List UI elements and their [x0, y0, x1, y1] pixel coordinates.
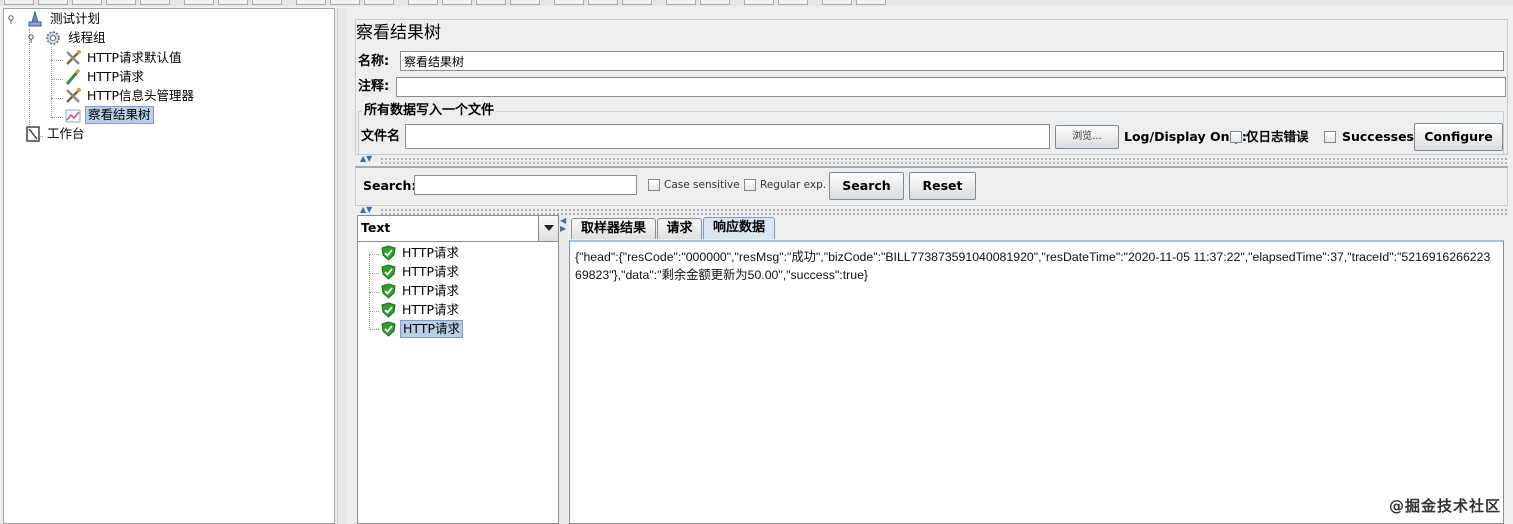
toolbar-button[interactable]	[822, 0, 852, 5]
toolbar-button[interactable]	[408, 0, 438, 5]
tree-node-label: 测试计划	[50, 11, 101, 26]
regex-label: Regular exp.	[760, 179, 827, 191]
toolbar-button[interactable]	[330, 0, 360, 5]
case-sensitive-label: Case sensitive	[664, 179, 740, 191]
log-display-label: Log/Display Only:	[1124, 129, 1247, 144]
search-button[interactable]: Search	[829, 172, 904, 200]
toolbar-button[interactable]	[72, 0, 102, 5]
toolbar	[0, 0, 1513, 6]
pipette-icon	[64, 68, 82, 86]
write-results-title: 所有数据写入一个文件	[362, 103, 497, 119]
collapse-up-icon[interactable]: ▲▼	[360, 155, 372, 163]
wrench-icon	[64, 87, 82, 105]
workbench-icon	[24, 125, 42, 143]
name-label: 名称:	[358, 54, 390, 69]
toolbar-button[interactable]	[778, 0, 808, 5]
result-item-label: HTTP请求	[400, 320, 463, 338]
successes-label: Successes	[1342, 129, 1414, 144]
toolbar-button[interactable]	[510, 0, 540, 5]
search-input[interactable]	[414, 175, 637, 195]
result-item-label: HTTP请求	[402, 264, 459, 279]
panel-title: 察看结果树	[356, 23, 441, 43]
name-field[interactable]	[400, 51, 1504, 71]
comment-field[interactable]	[396, 77, 1506, 97]
tab-response-data[interactable]: 响应数据	[703, 217, 775, 239]
toolbar-button[interactable]	[364, 0, 394, 5]
toolbar-button[interactable]	[184, 0, 214, 5]
gear-icon	[44, 29, 62, 47]
toolbar-button[interactable]	[744, 0, 774, 5]
toolbar-button[interactable]	[700, 0, 730, 5]
toolbar-button[interactable]	[296, 0, 326, 5]
watermark: @掘金技术社区	[1388, 497, 1501, 515]
tab-sampler-result[interactable]: 取样器结果	[571, 218, 656, 239]
tab-request[interactable]: 请求	[657, 218, 702, 239]
success-shield-icon	[381, 302, 396, 318]
vertical-splitter[interactable]	[337, 8, 347, 524]
tree-node-label: 线程组	[68, 30, 106, 45]
result-item-label: HTTP请求	[402, 245, 459, 260]
test-plan-icon	[26, 10, 44, 28]
success-shield-icon	[381, 321, 396, 337]
toolbar-button[interactable]	[252, 0, 282, 5]
errors-only-checkbox[interactable]	[1230, 131, 1242, 143]
errors-only-label: 仅日志错误	[1246, 129, 1309, 144]
wrench-icon	[64, 49, 82, 67]
collapse-arrows-icon[interactable]: ◀ ▶	[560, 217, 566, 233]
success-shield-icon	[381, 264, 396, 280]
success-shield-icon	[381, 283, 396, 299]
toolbar-button[interactable]	[218, 0, 248, 5]
regex-checkbox[interactable]	[744, 179, 756, 191]
splitter-grip[interactable]	[380, 208, 1508, 215]
collapse-up-icon[interactable]: ▲▼	[360, 206, 372, 214]
renderer-selected-value: Text	[361, 220, 391, 235]
response-body-text[interactable]: {"head":{"resCode":"000000","resMsg":"成功…	[575, 248, 1495, 284]
collapse-toggle-icon[interactable]	[28, 34, 37, 43]
chevron-down-icon[interactable]	[538, 216, 558, 241]
file-name-label: 文件名	[361, 129, 401, 144]
tree-node-label: 工作台	[47, 126, 85, 141]
case-sensitive-checkbox[interactable]	[648, 179, 660, 191]
results-splitter[interactable]: ◀ ▶	[559, 215, 568, 524]
search-label: Search:	[363, 178, 417, 193]
toolbar-button[interactable]	[38, 0, 68, 5]
file-name-field[interactable]	[405, 124, 1050, 149]
tree-node-label: HTTP请求	[87, 69, 144, 84]
toolbar-button[interactable]	[4, 0, 34, 5]
toolbar-button[interactable]	[442, 0, 472, 5]
toolbar-button[interactable]	[856, 0, 886, 5]
toolbar-button[interactable]	[622, 0, 652, 5]
reset-button[interactable]: Reset	[909, 172, 976, 200]
splitter-grip[interactable]	[380, 157, 1508, 164]
successes-checkbox[interactable]	[1324, 131, 1336, 143]
graph-icon	[64, 106, 82, 124]
result-item-label: HTTP请求	[402, 283, 459, 298]
success-shield-icon	[381, 245, 396, 261]
test-plan-tree[interactable]: 测试计划 线程组 HTTP请求默认值 HTTP请求 HTTP信息头管理器 察看结…	[3, 8, 335, 524]
collapse-toggle-icon[interactable]	[8, 15, 17, 24]
renderer-select[interactable]: Text	[358, 216, 558, 242]
tree-node-label: HTTP请求默认值	[87, 50, 182, 65]
result-item-label: HTTP请求	[402, 302, 459, 317]
comment-label: 注释:	[358, 79, 390, 94]
toolbar-button[interactable]	[476, 0, 506, 5]
toolbar-button[interactable]	[666, 0, 696, 5]
configure-button[interactable]: Configure	[1414, 123, 1503, 151]
browse-button[interactable]: 浏览...	[1055, 125, 1119, 149]
toolbar-button[interactable]	[140, 0, 170, 5]
toolbar-button[interactable]	[554, 0, 584, 5]
tree-node-label: HTTP信息头管理器	[87, 88, 194, 103]
toolbar-button[interactable]	[588, 0, 618, 5]
tree-node-label: 察看结果树	[85, 106, 154, 124]
response-data-panel[interactable]: {"head":{"resCode":"000000","resMsg":"成功…	[569, 240, 1504, 524]
toolbar-button[interactable]	[106, 0, 136, 5]
